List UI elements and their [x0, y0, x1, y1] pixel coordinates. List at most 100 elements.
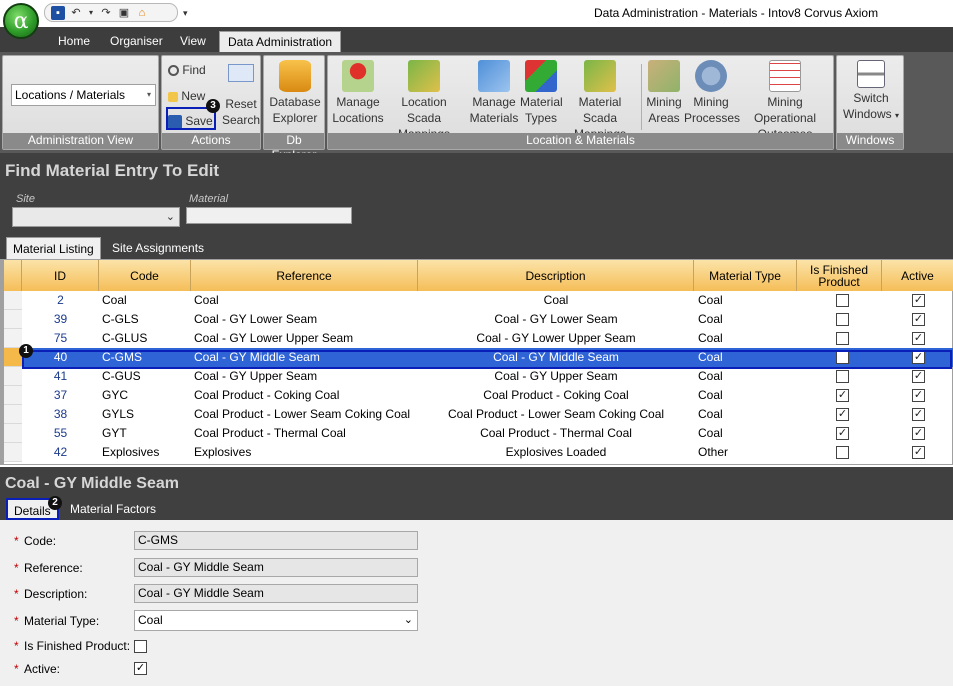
cell-code[interactable]: Coal — [102, 291, 191, 310]
tab-data-administration[interactable]: Data Administration — [219, 31, 342, 52]
row-selector[interactable] — [4, 386, 22, 405]
reference-field[interactable]: Coal - GY Middle Seam — [134, 558, 418, 577]
cell-reference[interactable]: Coal Product - Lower Seam Coking Coal — [194, 405, 418, 424]
tab-material-listing[interactable]: Material Listing — [6, 237, 101, 259]
cell-material-type[interactable]: Coal — [698, 310, 797, 329]
cell-id[interactable]: 55 — [22, 424, 99, 443]
cell-material-type[interactable]: Coal — [698, 329, 797, 348]
redo-icon[interactable]: ↷ — [99, 6, 113, 20]
administration-view-combo[interactable]: Locations / Materials ▾ — [11, 84, 156, 106]
tab-material-factors[interactable]: Material Factors — [64, 498, 162, 520]
is-finished-product-checkbox[interactable] — [836, 313, 849, 326]
cell-code[interactable]: C-GMS — [102, 348, 191, 367]
row-selector[interactable] — [4, 405, 22, 424]
cell-reference[interactable]: Coal - GY Lower Seam — [194, 310, 418, 329]
mining-processes-button[interactable]: Mining Processes — [684, 60, 740, 126]
cell-material-type[interactable]: Coal — [698, 348, 797, 367]
row-selector[interactable] — [4, 329, 22, 348]
is-finished-product-checkbox[interactable] — [836, 446, 849, 459]
cell-description[interactable]: Coal Product - Lower Seam Coking Coal — [418, 405, 694, 424]
table-row[interactable]: 38 GYLS Coal Product - Lower Seam Coking C… — [4, 405, 953, 424]
active-checkbox[interactable]: ✓ — [912, 389, 925, 402]
column-header-is-finished-product[interactable]: Is Finished Product — [797, 260, 882, 291]
column-header-material-type[interactable]: Material Type — [694, 260, 797, 291]
cell-material-type[interactable]: Coal — [698, 386, 797, 405]
cell-reference[interactable]: Coal - GY Middle Seam — [194, 348, 418, 367]
active-checkbox[interactable]: ✓ — [912, 294, 925, 307]
cell-reference[interactable]: Coal Product - Coking Coal — [194, 386, 418, 405]
table-row[interactable]: 2 Coal Coal Coal Coal ✓ — [4, 291, 953, 310]
material-types-button[interactable]: Material Types — [520, 60, 563, 126]
tab-view[interactable]: View — [172, 31, 214, 52]
home-icon[interactable]: ⌂ — [135, 6, 149, 20]
cell-description[interactable]: Coal - GY Lower Seam — [418, 310, 694, 329]
table-row[interactable]: 42 Explosives Explosives Explosives Loaded O… — [4, 443, 953, 462]
code-field[interactable]: C-GMS — [134, 531, 418, 550]
cell-id[interactable]: 38 — [22, 405, 99, 424]
cell-material-type[interactable]: Coal — [698, 291, 797, 310]
cell-material-type[interactable]: Coal — [698, 424, 797, 443]
cell-code[interactable]: Explosives — [102, 443, 191, 462]
cell-code[interactable]: C-GLS — [102, 310, 191, 329]
cell-material-type[interactable]: Coal — [698, 367, 797, 386]
cell-material-type[interactable]: Coal — [698, 405, 797, 424]
cell-reference[interactable]: Coal - GY Upper Seam — [194, 367, 418, 386]
cell-id[interactable]: 37 — [22, 386, 99, 405]
cell-id[interactable]: 40 — [22, 348, 99, 367]
column-header-code[interactable]: Code — [99, 260, 191, 291]
active-checkbox[interactable]: ✓ — [912, 427, 925, 440]
active-checkbox[interactable]: ✓ — [912, 332, 925, 345]
cell-reference[interactable]: Explosives — [194, 443, 418, 462]
cell-reference[interactable]: Coal — [194, 291, 418, 310]
active-checkbox[interactable]: ✓ — [912, 370, 925, 383]
description-field[interactable]: Coal - GY Middle Seam — [134, 584, 418, 603]
material-search-input[interactable] — [186, 207, 352, 224]
save-icon[interactable]: ▪ — [51, 5, 65, 20]
site-select[interactable]: ⌄ — [12, 207, 180, 227]
cell-id[interactable]: 42 — [22, 443, 99, 462]
cell-id[interactable]: 41 — [22, 367, 99, 386]
tab-organiser[interactable]: Organiser — [102, 31, 171, 52]
cell-description[interactable]: Coal — [418, 291, 694, 310]
cell-id[interactable]: 75 — [22, 329, 99, 348]
active-checkbox[interactable]: ✓ — [912, 351, 925, 364]
table-row[interactable]: 41 C-GUS Coal - GY Upper Seam Coal - GY Upp… — [4, 367, 953, 386]
database-explorer-button[interactable]: Database Explorer — [266, 60, 324, 126]
tab-home[interactable]: Home — [50, 31, 98, 52]
cell-id[interactable]: 39 — [22, 310, 99, 329]
table-row[interactable]: 55 GYT Coal Product - Thermal Coal Coal Pro… — [4, 424, 953, 443]
is-finished-product-checkbox[interactable]: ✓ — [836, 408, 849, 421]
row-selector[interactable] — [4, 443, 22, 462]
is-finished-product-checkbox[interactable]: ✓ — [836, 427, 849, 440]
material-type-select[interactable]: Coal ⌄ — [134, 610, 418, 631]
find-button[interactable]: Find — [168, 62, 206, 78]
table-row[interactable]: 40 C-GMS Coal - GY Middle Seam Coal - GY Mi… — [4, 348, 953, 367]
tab-site-assignments[interactable]: Site Assignments — [106, 237, 210, 259]
manage-locations-button[interactable]: Manage Locations — [330, 60, 386, 126]
is-finished-product-checkbox[interactable] — [836, 332, 849, 345]
cell-reference[interactable]: Coal Product - Thermal Coal — [194, 424, 418, 443]
undo-dropdown-icon[interactable]: ▾ — [87, 6, 95, 20]
cell-code[interactable]: C-GLUS — [102, 329, 191, 348]
table-row[interactable]: 75 C-GLUS Coal - GY Lower Upper Seam Coal -… — [4, 329, 953, 348]
print-icon[interactable]: ▣ — [117, 6, 131, 20]
row-selector[interactable] — [4, 310, 22, 329]
is-finished-product-checkbox[interactable] — [836, 351, 849, 364]
cell-description[interactable]: Coal - GY Lower Upper Seam — [418, 329, 694, 348]
is-finished-product-checkbox[interactable] — [836, 294, 849, 307]
column-header-reference[interactable]: Reference — [191, 260, 418, 291]
cell-code[interactable]: GYC — [102, 386, 191, 405]
row-selector[interactable] — [4, 291, 22, 310]
cell-description[interactable]: Explosives Loaded — [418, 443, 694, 462]
column-header-id[interactable]: ID — [22, 260, 99, 291]
reset-search-button[interactable]: Reset Search — [222, 64, 260, 128]
cell-description[interactable]: Coal Product - Thermal Coal — [418, 424, 694, 443]
cell-description[interactable]: Coal - GY Middle Seam — [418, 348, 694, 367]
undo-icon[interactable]: ↶ — [69, 6, 83, 20]
cell-description[interactable]: Coal Product - Coking Coal — [418, 386, 694, 405]
column-header-description[interactable]: Description — [418, 260, 694, 291]
customize-toolbar-icon[interactable]: ▾ — [183, 8, 188, 19]
switch-windows-button[interactable]: Switch Windows ▾ — [839, 60, 903, 124]
is-finished-product-checkbox[interactable]: ✓ — [836, 389, 849, 402]
cell-reference[interactable]: Coal - GY Lower Upper Seam — [194, 329, 418, 348]
